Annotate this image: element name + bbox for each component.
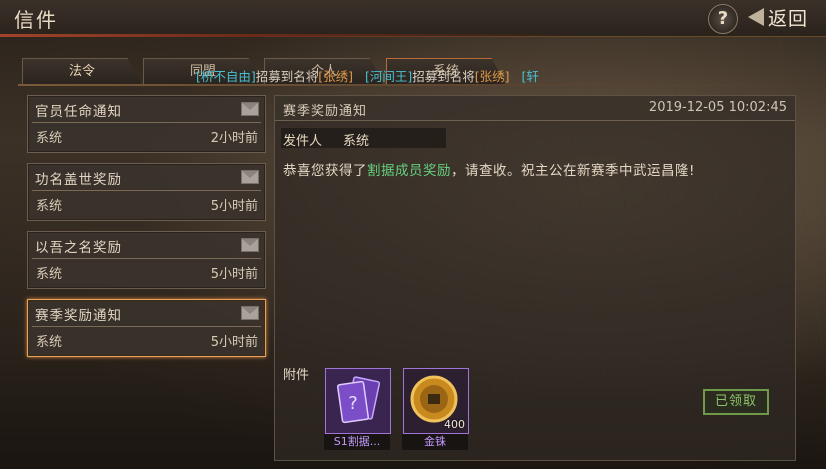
marquee-segment: [张绣] [318,69,354,84]
top-bar: 信件 ? 返回 [0,0,826,37]
attachment-item[interactable]: 400 [403,368,469,434]
top-bar-accent [0,34,826,37]
mail-time: 5小时前 [210,199,258,214]
mail-time: 2小时前 [210,131,258,146]
help-button[interactable]: ? [708,4,738,34]
attachment-item[interactable]: ? [325,368,391,434]
body-text: ，请查收。祝主公在新赛季中武运昌隆! [451,163,695,179]
marquee-segment: [桥不自由] [196,69,256,84]
sender-value: 系统 [343,134,370,149]
marquee-segment: 招募到名将 [412,69,475,84]
divider [32,190,261,191]
back-label: 返回 [768,7,809,30]
reward-name-highlight: 割据成员奖励 [367,163,451,179]
mail-sender: 系统 [36,131,63,146]
attachments-label: 附件 [283,368,310,383]
mail-item[interactable]: 官员任命通知 系统 2小时前 [27,95,266,153]
broadcast-marquee: [桥不自由]招募到名将[张绣] [河间王]招募到名将[张绣] [轩 [196,66,636,84]
mail-item[interactable]: 功名盖世奖励 系统 5小时前 [27,163,266,221]
marquee-segment [353,69,365,84]
sender-row: 发件人 系统 [281,128,446,149]
detail-title: 赛季奖励通知 [283,104,368,119]
divider [32,326,261,327]
mail-time: 5小时前 [210,267,258,282]
mail-sender: 系统 [36,199,63,214]
mail-sender: 系统 [36,267,63,282]
tab-decree[interactable]: 法令 [22,58,142,85]
mail-title: 官员任命通知 [35,104,122,120]
back-arrow-icon [748,8,764,26]
tab-label: 法令 [68,64,95,79]
envelope-icon [241,238,259,252]
claimed-button[interactable]: 已领取 [703,389,769,415]
mail-item-selected[interactable]: 赛季奖励通知 系统 5小时前 [27,299,266,357]
divider [32,258,261,259]
divider [32,122,261,123]
mail-title: 以吾之名奖励 [35,240,122,256]
purple-card-pack-icon: ? [326,369,390,433]
back-button[interactable]: 返回 [748,3,824,31]
attachment-name: 金铢 [402,434,468,450]
marquee-segment: [张绣] [474,69,510,84]
detail-header: 赛季奖励通知 2019-12-05 10:02:45 [275,96,795,121]
body-text: 恭喜您获得了 [283,163,367,179]
detail-date: 2019-12-05 10:02:45 [648,100,787,115]
mail-title: 赛季奖励通知 [35,308,122,324]
mail-time: 5小时前 [210,335,258,350]
envelope-icon [241,306,259,320]
sender-label: 发件人 [283,134,323,149]
marquee-segment: [轩 [521,69,539,84]
mail-detail-panel: 赛季奖励通知 2019-12-05 10:02:45 发件人 系统 恭喜您获得了… [274,95,796,461]
envelope-icon [241,102,259,116]
window-title: 信件 [14,8,58,32]
attachment-name: S1割据... [324,434,390,450]
attachment-quantity: 400 [444,418,465,431]
marquee-segment: [河间王] [364,69,413,84]
tab-underline [18,84,810,86]
svg-text:?: ? [348,393,358,414]
marquee-segment [510,69,522,84]
mail-title: 功名盖世奖励 [35,172,122,188]
envelope-icon [241,170,259,184]
mail-body: 恭喜您获得了割据成员奖励，请查收。祝主公在新赛季中武运昌隆! [283,159,695,179]
mail-item[interactable]: 以吾之名奖励 系统 5小时前 [27,231,266,289]
marquee-segment: 招募到名将 [255,69,319,84]
mail-sender: 系统 [36,335,63,350]
